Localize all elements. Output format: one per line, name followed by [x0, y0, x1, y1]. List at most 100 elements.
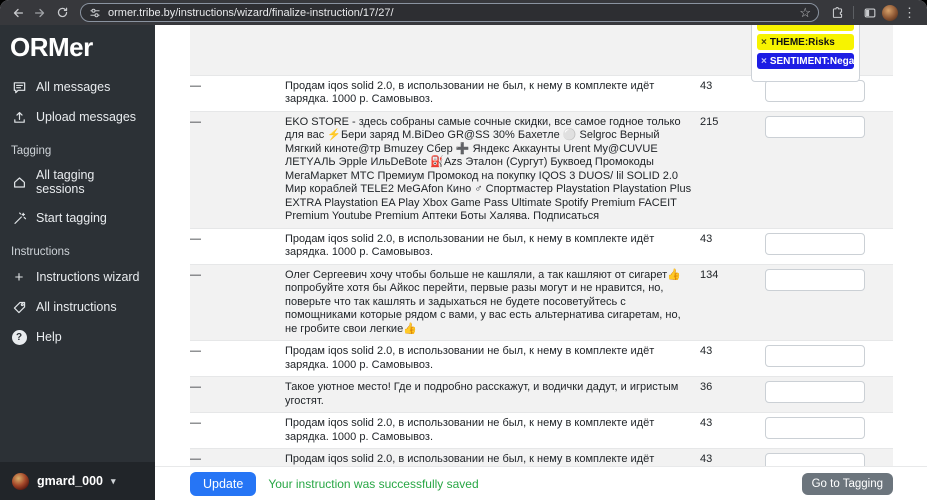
tag-chip-label: THEME:Risks	[770, 37, 835, 48]
sidebar-section-tagging: Tagging	[0, 132, 155, 161]
tag-input[interactable]	[765, 116, 865, 138]
browser-window: ormer.tribe.by/instructions/wizard/final…	[0, 0, 927, 500]
app-logo: ORMer	[0, 25, 155, 72]
table-row: — Такое уютное место! Где и подробно рас…	[190, 377, 893, 413]
message-count	[700, 25, 755, 75]
extensions-icon[interactable]	[827, 3, 847, 23]
message-text	[285, 25, 700, 75]
sidebar-section-instructions: Instructions	[0, 233, 155, 262]
tag-input[interactable]	[765, 345, 865, 367]
sidebar-item-label: All tagging sessions	[36, 168, 144, 196]
reload-icon[interactable]	[52, 3, 72, 23]
sidebar-item-all-instructions[interactable]: All instructions	[0, 292, 155, 322]
plus-icon: +	[11, 269, 27, 285]
main-area: — Продам iqos solid 2.0, в использовании…	[155, 25, 927, 500]
tag-multiselect[interactable]: ×THEME:Risks×SENTIMENT:Negative	[751, 25, 860, 82]
update-button[interactable]: Update	[190, 472, 256, 496]
side-panel-icon[interactable]	[860, 3, 880, 23]
remove-chip-icon[interactable]: ×	[761, 37, 767, 48]
browser-profile-avatar[interactable]	[882, 5, 898, 21]
bookmark-star-icon[interactable]: ☆	[799, 6, 811, 19]
message-text: Продам iqos solid 2.0, в использовании н…	[285, 449, 700, 467]
tag-icon	[11, 299, 27, 315]
site-info-tune-icon[interactable]	[88, 6, 102, 20]
row-dash-icon: —	[190, 377, 285, 413]
row-dash-icon	[190, 25, 285, 75]
toolbar-divider	[853, 6, 854, 19]
table-row: — EKO STORE - здесь собраны самые сочные…	[190, 111, 893, 228]
sidebar-item-instructions-wizard[interactable]: + Instructions wizard	[0, 262, 155, 292]
browser-menu-icon[interactable]: ⋮	[900, 6, 919, 19]
message-count: 215	[700, 111, 755, 228]
message-text: Такое уютное место! Где и подробно расск…	[285, 377, 700, 413]
message-icon	[11, 79, 27, 95]
message-text: Продам iqos solid 2.0, в использовании н…	[285, 228, 700, 264]
sidebar-item-label: Help	[36, 330, 62, 344]
footer-bar: Update Your instruction was successfully…	[155, 466, 927, 500]
messages-table-wrap: — Продам iqos solid 2.0, в использовании…	[155, 25, 927, 466]
sidebar-item-start-tagging[interactable]: Start tagging	[0, 203, 155, 233]
tag-chip-partial[interactable]	[757, 25, 854, 31]
message-text: EKO STORE - здесь собраны самые сочные с…	[285, 111, 700, 228]
sidebar-item-label: Start tagging	[36, 211, 107, 225]
tag-input[interactable]	[765, 233, 865, 255]
sidebar-item-label: All instructions	[36, 300, 117, 314]
sidebar-item-all-messages[interactable]: All messages	[0, 72, 155, 102]
message-count: 43	[700, 449, 755, 467]
row-dash-icon: —	[190, 111, 285, 228]
forward-icon[interactable]	[30, 3, 50, 23]
message-count: 134	[700, 264, 755, 341]
sidebar-item-help[interactable]: ? Help	[0, 322, 155, 352]
chevron-down-icon: ▾	[111, 476, 116, 487]
url-text[interactable]: ormer.tribe.by/instructions/wizard/final…	[108, 7, 793, 19]
table-row: — Олег Сергеевич хочу чтобы больше не ка…	[190, 264, 893, 341]
go-to-tagging-button[interactable]: Go to Tagging	[802, 473, 893, 495]
back-icon[interactable]	[8, 3, 28, 23]
upload-icon	[11, 109, 27, 125]
user-menu[interactable]: gmard_000 ▾	[0, 462, 155, 500]
tag-input[interactable]	[765, 269, 865, 291]
tag-input[interactable]	[765, 417, 865, 439]
url-bar[interactable]: ormer.tribe.by/instructions/wizard/final…	[80, 3, 819, 22]
row-dash-icon: —	[190, 75, 285, 111]
tag-chip[interactable]: ×SENTIMENT:Negative	[757, 53, 854, 69]
sidebar-item-label: Instructions wizard	[36, 270, 140, 284]
user-avatar	[12, 473, 29, 490]
username: gmard_000	[37, 474, 103, 488]
messages-table: — Продам iqos solid 2.0, в использовании…	[190, 25, 893, 466]
sidebar-item-label: All messages	[36, 80, 110, 94]
message-count: 43	[700, 75, 755, 111]
message-count: 43	[700, 341, 755, 377]
message-count: 36	[700, 377, 755, 413]
row-dash-icon: —	[190, 341, 285, 377]
tag-chip-label: SENTIMENT:Negative	[770, 56, 854, 67]
tag-input[interactable]	[765, 80, 865, 102]
sidebar: ORMer All messages Upload messages Taggi…	[0, 25, 155, 500]
row-dash-icon: —	[190, 413, 285, 449]
table-row: — Продам iqos solid 2.0, в использовании…	[190, 413, 893, 449]
browser-toolbar: ormer.tribe.by/instructions/wizard/final…	[0, 0, 927, 25]
tag-chip[interactable]: ×THEME:Risks	[757, 34, 854, 50]
question-icon: ?	[11, 329, 27, 345]
tag-input[interactable]	[765, 453, 865, 466]
remove-chip-icon[interactable]: ×	[761, 56, 767, 67]
table-row: — Продам iqos solid 2.0, в использовании…	[190, 341, 893, 377]
message-text: Продам iqos solid 2.0, в использовании н…	[285, 75, 700, 111]
row-dash-icon: —	[190, 228, 285, 264]
row-dash-icon: —	[190, 449, 285, 467]
sidebar-item-all-tagging-sessions[interactable]: All tagging sessions	[0, 161, 155, 203]
sidebar-item-label: Upload messages	[36, 110, 136, 124]
table-row: — Продам iqos solid 2.0, в использовании…	[190, 228, 893, 264]
tag-input[interactable]	[765, 381, 865, 403]
home-icon	[11, 174, 27, 190]
message-text: Олег Сергеевич хочу чтобы больше не кашл…	[285, 264, 700, 341]
message-text: Продам iqos solid 2.0, в использовании н…	[285, 413, 700, 449]
wand-icon	[11, 210, 27, 226]
table-row: — Продам iqos solid 2.0, в использовании…	[190, 449, 893, 467]
message-text: Продам iqos solid 2.0, в использовании н…	[285, 341, 700, 377]
status-message: Your instruction was successfully saved	[268, 477, 478, 491]
sidebar-item-upload-messages[interactable]: Upload messages	[0, 102, 155, 132]
row-dash-icon: —	[190, 264, 285, 341]
message-count: 43	[700, 413, 755, 449]
message-count: 43	[700, 228, 755, 264]
